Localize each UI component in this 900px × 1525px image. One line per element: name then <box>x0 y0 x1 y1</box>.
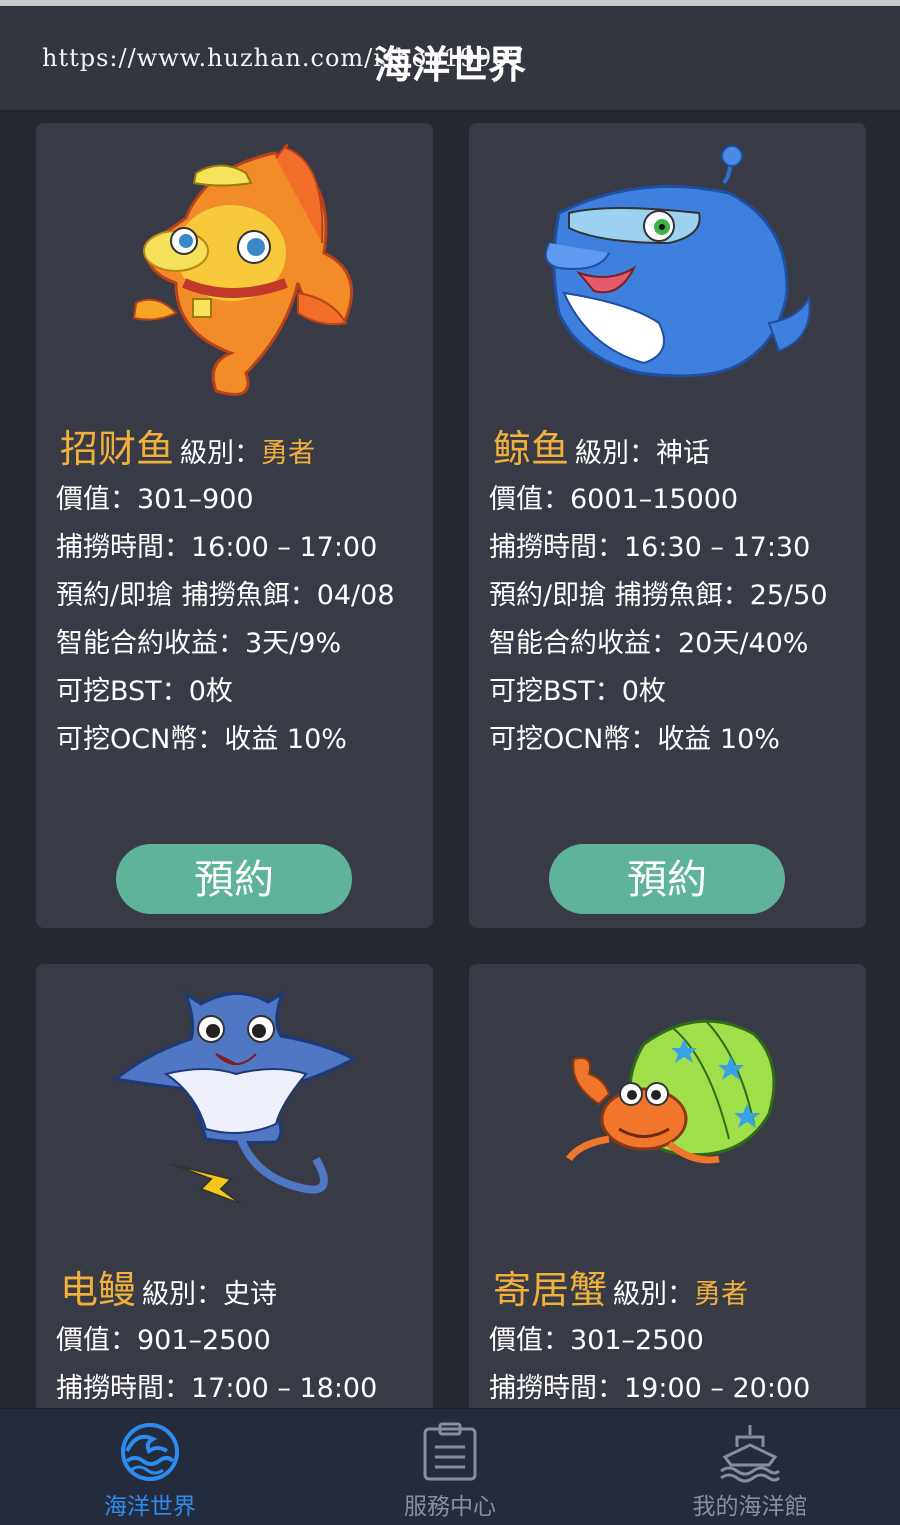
level-label: 級別： <box>142 1279 224 1310</box>
fish-name: 电鳗 <box>60 1268 137 1312</box>
goldfish-icon <box>36 123 433 413</box>
tab-service-center[interactable]: 服務中心 <box>300 1409 600 1525</box>
tab-label: 海洋世界 <box>104 1494 196 1520</box>
time-row: 捕撈時間：19:00 – 20:00 <box>489 1373 811 1404</box>
clipboard-icon <box>415 1421 485 1483</box>
manta-ray-icon <box>36 964 433 1254</box>
reserve-button[interactable]: 預約 <box>116 844 352 914</box>
level-value: 勇者 <box>694 1279 749 1310</box>
level-value: 勇者 <box>261 438 316 469</box>
tab-my-aquarium[interactable]: 我的海洋館 <box>600 1409 900 1525</box>
fish-name: 鲸鱼 <box>493 427 570 471</box>
bst-row: 可挖BST：0枚 <box>56 676 233 707</box>
ocean-wave-icon <box>115 1421 185 1483</box>
fish-name: 招财鱼 <box>60 427 175 471</box>
fish-card-goldfish: 招财鱼 級別：勇者 價值：301–900 捕撈時間：16:00 – 17:00 預… <box>36 123 433 928</box>
bait-row: 預約/即搶 捕撈魚餌：25/50 <box>489 580 828 611</box>
hermit-crab-icon <box>469 964 866 1254</box>
fish-name: 寄居蟹 <box>493 1268 608 1312</box>
level-label: 級別： <box>613 1279 695 1310</box>
value-row: 價值：301–900 <box>56 484 254 515</box>
bait-row: 預約/即搶 捕撈魚餌：04/08 <box>56 580 395 611</box>
fish-card-eel: 电鳗 級別：史诗 價值：901–2500 捕撈時間：17:00 – 18:00 <box>36 964 433 1424</box>
value-row: 價值：301–2500 <box>489 1325 704 1356</box>
tab-label: 我的海洋館 <box>692 1494 808 1520</box>
page-title: 海洋世界 <box>373 43 526 87</box>
ship-icon <box>715 1421 785 1483</box>
time-row: 捕撈時間：17:00 – 18:00 <box>56 1373 378 1404</box>
contract-row: 智能合約收益：3天/9% <box>56 628 342 659</box>
app-header: https://www.huzhan.com/ishop19967 海洋世界 <box>0 6 900 112</box>
ocn-row: 可挖OCN幣：收益 10% <box>56 724 347 755</box>
time-row: 捕撈時間：16:00 – 17:00 <box>56 532 378 563</box>
bst-row: 可挖BST：0枚 <box>489 676 666 707</box>
value-row: 價值：901–2500 <box>56 1325 271 1356</box>
level-value: 神话 <box>656 438 711 469</box>
level-label: 級別： <box>180 438 262 469</box>
contract-row: 智能合約收益：20天/40% <box>489 628 809 659</box>
ocn-row: 可挖OCN幣：收益 10% <box>489 724 780 755</box>
value-row: 價值：6001–15000 <box>489 484 739 515</box>
level-value: 史诗 <box>223 1279 278 1310</box>
tab-ocean-world[interactable]: 海洋世界 <box>0 1409 300 1525</box>
tab-label: 服務中心 <box>404 1494 496 1520</box>
time-row: 捕撈時間：16:30 – 17:30 <box>489 532 811 563</box>
whale-icon <box>469 123 866 413</box>
level-label: 級別： <box>575 438 657 469</box>
fish-card-hermit-crab: 寄居蟹 級別：勇者 價值：301–2500 捕撈時間：19:00 – 20:00 <box>469 964 866 1424</box>
bottom-tab-bar: 海洋世界 服務中心 我的海洋館 <box>0 1408 900 1525</box>
fish-card-whale: 鲸鱼 級別：神话 價值：6001–15000 捕撈時間：16:30 – 17:30… <box>469 123 866 928</box>
reserve-button[interactable]: 預約 <box>549 844 785 914</box>
